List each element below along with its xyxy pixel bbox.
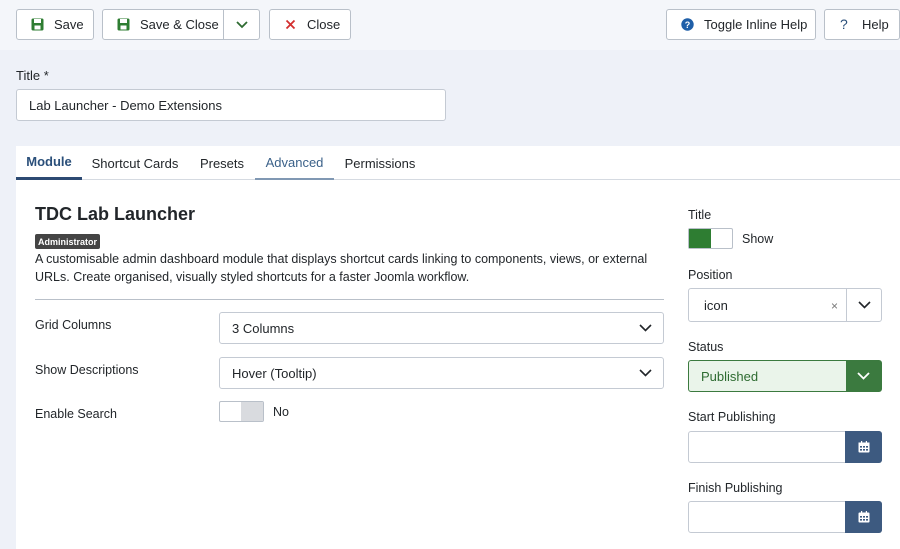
enable-search-value: No bbox=[273, 405, 289, 419]
position-value: icon bbox=[704, 297, 728, 313]
save-button[interactable]: Save bbox=[16, 9, 94, 40]
finish-publishing-calendar-button[interactable] bbox=[845, 501, 882, 533]
start-publishing-label: Start Publishing bbox=[688, 410, 776, 424]
save-icon bbox=[117, 18, 130, 31]
calendar-icon bbox=[858, 441, 869, 453]
chevron-down-icon bbox=[846, 361, 881, 391]
tab-module-label: Module bbox=[26, 154, 72, 169]
chevron-down-icon bbox=[627, 313, 663, 343]
finish-publishing-input[interactable] bbox=[688, 501, 882, 533]
grid-columns-value: 3 Columns bbox=[232, 320, 295, 336]
save-options-dropdown[interactable] bbox=[223, 10, 260, 39]
title-show-toggle[interactable] bbox=[688, 228, 733, 249]
chevron-down-icon bbox=[236, 20, 248, 28]
status-label: Status bbox=[688, 340, 724, 354]
tab-bar: Module Shortcut Cards Presets Advanced P… bbox=[16, 146, 900, 180]
help-label: Help bbox=[862, 17, 889, 32]
save-close-button[interactable]: Save & Close bbox=[102, 9, 260, 40]
calendar-icon bbox=[858, 511, 869, 523]
status-value: Published bbox=[701, 368, 759, 384]
toggle-knob bbox=[241, 402, 263, 421]
tab-presets[interactable]: Presets bbox=[192, 146, 252, 180]
tab-shortcut-cards[interactable]: Shortcut Cards bbox=[84, 146, 186, 180]
show-descriptions-select[interactable]: Hover (Tooltip) bbox=[219, 357, 664, 389]
title-show-value: Show bbox=[742, 232, 774, 246]
show-descriptions-value: Hover (Tooltip) bbox=[232, 365, 317, 381]
module-edit-panel: Module Shortcut Cards Presets Advanced P… bbox=[16, 146, 900, 549]
tab-module[interactable]: Module bbox=[16, 146, 82, 180]
divider bbox=[35, 299, 664, 300]
title-input[interactable]: Lab Launcher - Demo Extensions bbox=[16, 89, 446, 121]
start-publishing-calendar-button[interactable] bbox=[845, 431, 882, 463]
toggle-inline-help-button[interactable]: ? Toggle Inline Help bbox=[666, 9, 816, 40]
title-show-label: Title bbox=[688, 208, 712, 222]
question-circle-icon: ? bbox=[681, 18, 694, 31]
enable-search-toggle[interactable] bbox=[219, 401, 264, 422]
tab-permissions-label: Permissions bbox=[344, 155, 416, 171]
help-button[interactable]: ? Help bbox=[824, 9, 900, 40]
position-select[interactable]: icon × bbox=[688, 288, 882, 322]
tab-presets-label: Presets bbox=[199, 155, 245, 171]
close-button[interactable]: Close bbox=[269, 9, 351, 40]
title-input-value: Lab Launcher - Demo Extensions bbox=[29, 97, 222, 113]
question-icon: ? bbox=[840, 16, 848, 32]
grid-columns-label: Grid Columns bbox=[35, 318, 112, 332]
grid-columns-select[interactable]: 3 Columns bbox=[219, 312, 664, 344]
save-icon bbox=[31, 18, 44, 31]
start-publishing-input[interactable] bbox=[688, 431, 882, 463]
module-heading: TDC Lab Launcher bbox=[35, 204, 196, 224]
close-label: Close bbox=[307, 17, 341, 32]
client-badge: Administrator bbox=[35, 234, 101, 249]
title-field-label: Title * bbox=[16, 68, 49, 83]
toggle-knob bbox=[689, 229, 711, 248]
chevron-down-icon bbox=[846, 289, 881, 321]
module-description: A customisable admin dashboard module th… bbox=[35, 252, 648, 284]
toolbar: Save Save & Close Close ? Toggle Inline … bbox=[0, 0, 900, 50]
chevron-down-icon bbox=[627, 358, 663, 388]
enable-search-label: Enable Search bbox=[35, 407, 118, 421]
status-select[interactable]: Published bbox=[688, 360, 882, 392]
close-icon bbox=[285, 19, 296, 30]
tab-permissions[interactable]: Permissions bbox=[338, 146, 422, 180]
save-close-label: Save & Close bbox=[140, 17, 219, 32]
svg-text:?: ? bbox=[685, 20, 691, 30]
tab-advanced-label: Advanced bbox=[265, 154, 324, 170]
clear-icon[interactable]: × bbox=[831, 299, 838, 313]
position-label: Position bbox=[688, 268, 733, 282]
show-descriptions-label: Show Descriptions bbox=[35, 363, 139, 377]
tab-shortcut-cards-label: Shortcut Cards bbox=[91, 155, 179, 171]
save-label: Save bbox=[54, 17, 84, 32]
finish-publishing-label: Finish Publishing bbox=[688, 481, 783, 495]
tab-advanced[interactable]: Advanced bbox=[255, 146, 334, 180]
toggle-inline-help-label: Toggle Inline Help bbox=[704, 17, 808, 32]
